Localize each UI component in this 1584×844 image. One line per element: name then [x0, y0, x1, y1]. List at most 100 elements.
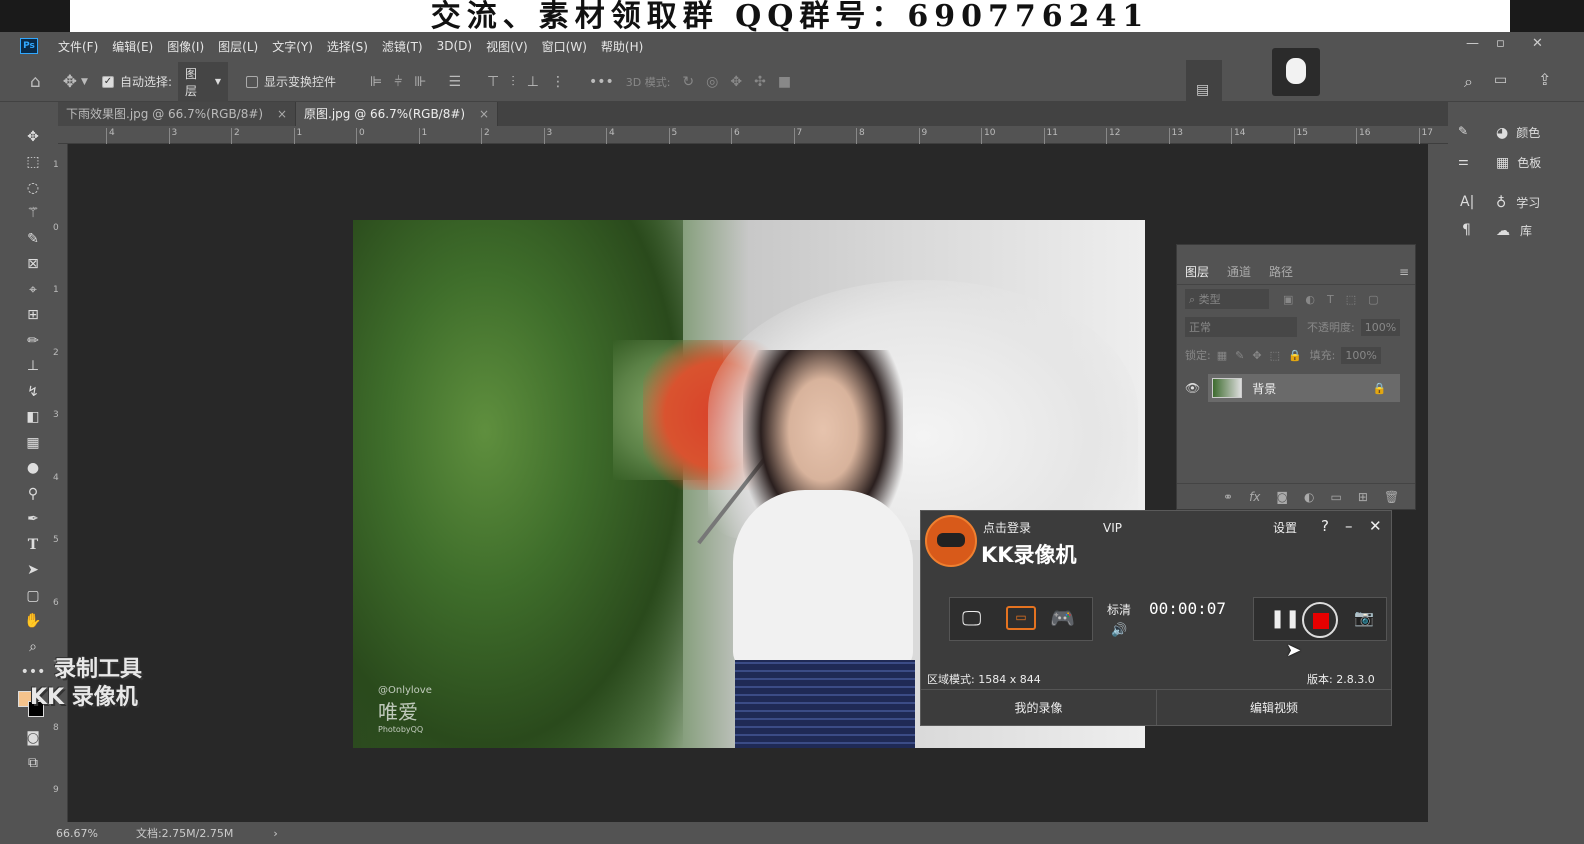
tab-original[interactable]: 原图.jpg @ 66.7%(RGB/8#) ×	[296, 102, 498, 126]
quick-mask-icon[interactable]: ◙	[16, 725, 50, 751]
tab-channels[interactable]: 通道	[1227, 263, 1251, 280]
pen-tool-icon[interactable]: ✒	[16, 507, 50, 533]
pixel-filter-icon[interactable]: ▣	[1283, 293, 1293, 306]
visibility-eye-icon[interactable]: 👁	[1185, 381, 1200, 395]
menu-select[interactable]: 选择(S)	[327, 38, 368, 55]
workspace-icon[interactable]: ▭	[1494, 72, 1507, 88]
share-icon[interactable]: ⇪	[1538, 70, 1551, 89]
chevron-down-icon[interactable]: ▼	[81, 77, 88, 87]
path-selection-icon[interactable]: ➤	[16, 558, 50, 584]
window-maximize-icon[interactable]: ▫	[1496, 36, 1505, 51]
menu-image[interactable]: 图像(I)	[167, 38, 204, 55]
move-tool-icon[interactable]: ✥	[16, 124, 50, 150]
tab-rain-effect[interactable]: 下雨效果图.jpg @ 66.7%(RGB/8#) ×	[58, 102, 296, 126]
status-arrow-icon[interactable]: ›	[273, 827, 277, 840]
transform-controls-checkbox[interactable]: 显示变换控件	[246, 73, 336, 90]
camera-icon[interactable]: 📷	[1354, 608, 1374, 627]
history-brush-icon[interactable]: ↯	[16, 379, 50, 405]
close-icon[interactable]: ×	[277, 107, 287, 121]
search-icon[interactable]: ⌕	[1464, 72, 1473, 92]
auto-select-dropdown[interactable]: 图层 ▼	[178, 61, 229, 102]
menu-layer[interactable]: 图层(L)	[218, 38, 258, 55]
kk-login-link[interactable]: 点击登录	[983, 519, 1031, 536]
pause-icon[interactable]: ❚❚	[1270, 608, 1300, 629]
add-mask-icon[interactable]: ◙	[1276, 490, 1288, 504]
zoom-level[interactable]: 66.67%	[56, 827, 98, 840]
more-options-icon[interactable]: •••	[589, 74, 614, 90]
auto-select-checkbox[interactable]: ✓ 自动选择:	[101, 73, 172, 90]
kk-quality[interactable]: 标清	[1107, 601, 1131, 618]
kk-close-button[interactable]: ✕	[1369, 517, 1382, 535]
distribute-icon[interactable]: ☰	[448, 74, 461, 90]
color-panel-button[interactable]: ◕ 颜色	[1496, 124, 1540, 141]
fill-input[interactable]: 100%	[1341, 346, 1381, 364]
swatches-panel-button[interactable]: ▦ 色板	[1496, 154, 1541, 171]
type-filter-icon[interactable]: T	[1327, 293, 1334, 306]
menu-file[interactable]: 文件(F)	[58, 38, 98, 55]
screen-mode-icon[interactable]: ⧉	[16, 751, 50, 777]
blur-tool-icon[interactable]: ●	[16, 456, 50, 482]
align-right-icon[interactable]: ⊪	[414, 74, 426, 90]
rectangle-tool-icon[interactable]: ▢	[16, 583, 50, 609]
properties-icon[interactable]: ▤	[1196, 82, 1209, 98]
tab-paths[interactable]: 路径	[1269, 263, 1293, 280]
brush-tool-icon[interactable]: ✏	[16, 328, 50, 354]
adjustment-layer-icon[interactable]: ◐	[1304, 490, 1314, 504]
area-select-icon[interactable]: ▭	[1006, 606, 1036, 630]
menu-edit[interactable]: 编辑(E)	[112, 38, 153, 55]
menu-3d[interactable]: 3D(D)	[437, 39, 472, 53]
lock-artboard-icon[interactable]: ⬚	[1270, 349, 1280, 362]
paragraph-icon[interactable]: ¶	[1462, 222, 1471, 238]
delete-layer-icon[interactable]: 🗑	[1384, 490, 1399, 504]
align-top-icon[interactable]: ⊤	[487, 74, 499, 90]
move-tool-icon[interactable]: ✥	[63, 72, 77, 92]
adjustments-icon[interactable]: ⚌	[1458, 154, 1469, 168]
dodge-tool-icon[interactable]: ⚲	[16, 481, 50, 507]
volume-icon[interactable]: 🔊	[1111, 623, 1127, 638]
menu-view[interactable]: 视图(V)	[486, 38, 528, 55]
menu-type[interactable]: 文字(Y)	[272, 38, 313, 55]
eyedropper-icon[interactable]: ⌖	[16, 277, 50, 303]
marquee-tool-icon[interactable]: ⬚	[16, 150, 50, 176]
new-group-icon[interactable]: ▭	[1331, 490, 1342, 504]
character-icon[interactable]: A|	[1460, 194, 1474, 210]
kk-my-videos-button[interactable]: 我的录像	[921, 689, 1157, 725]
monitor-icon[interactable]: 🖵	[962, 606, 981, 630]
align-bottom-icon[interactable]: ⊥	[527, 74, 539, 90]
healing-brush-icon[interactable]: ⊞	[16, 303, 50, 329]
type-tool-icon[interactable]: T	[16, 532, 50, 558]
layer-filter-dropdown[interactable]: ⌕ 类型	[1185, 289, 1269, 309]
link-layers-icon[interactable]: ⚭	[1223, 490, 1233, 504]
close-icon[interactable]: ×	[479, 107, 489, 121]
blend-mode-dropdown[interactable]: 正常	[1185, 317, 1297, 337]
kk-help-button[interactable]: ?	[1321, 517, 1329, 535]
frame-tool-icon[interactable]: ⊠	[16, 252, 50, 278]
kk-edit-video-button[interactable]: 编辑视频	[1157, 689, 1391, 725]
3d-orbit-icon[interactable]: ↻	[682, 74, 694, 90]
magic-wand-icon[interactable]: ⚚	[16, 201, 50, 227]
quick-selection-icon[interactable]: ✎	[16, 226, 50, 252]
lock-all-icon[interactable]: 🔒	[1288, 349, 1302, 362]
window-close-icon[interactable]: ✕	[1532, 36, 1543, 51]
distribute-vertical-icon[interactable]: ⋮	[551, 74, 565, 90]
adjustment-filter-icon[interactable]: ◐	[1305, 293, 1315, 306]
menu-filter[interactable]: 滤镜(T)	[382, 38, 423, 55]
smart-object-filter-icon[interactable]: ▢	[1368, 293, 1378, 306]
menu-help[interactable]: 帮助(H)	[601, 38, 643, 55]
kk-vip-badge[interactable]: VIP	[1103, 521, 1122, 535]
stop-record-button[interactable]	[1302, 602, 1338, 638]
3d-pan-icon[interactable]: ✥	[730, 74, 742, 90]
align-left-icon[interactable]: ⊫	[370, 74, 382, 90]
kk-minimize-button[interactable]: –	[1345, 517, 1353, 535]
lock-transparent-icon[interactable]: ▦	[1217, 349, 1227, 362]
3d-camera-icon[interactable]: ■	[778, 74, 791, 90]
lasso-tool-icon[interactable]: ◌	[16, 175, 50, 201]
fx-icon[interactable]: fx	[1249, 490, 1260, 504]
hand-tool-icon[interactable]: ✋	[16, 609, 50, 635]
kk-settings-button[interactable]: 设置	[1273, 519, 1297, 536]
eraser-icon[interactable]: ◧	[16, 405, 50, 431]
tab-layers[interactable]: 图层	[1185, 263, 1209, 280]
window-minimize-icon[interactable]: —	[1466, 36, 1479, 51]
layer-row[interactable]: 👁 背景 🔒	[1177, 373, 1415, 403]
gamepad-icon[interactable]: 🎮	[1050, 606, 1075, 630]
